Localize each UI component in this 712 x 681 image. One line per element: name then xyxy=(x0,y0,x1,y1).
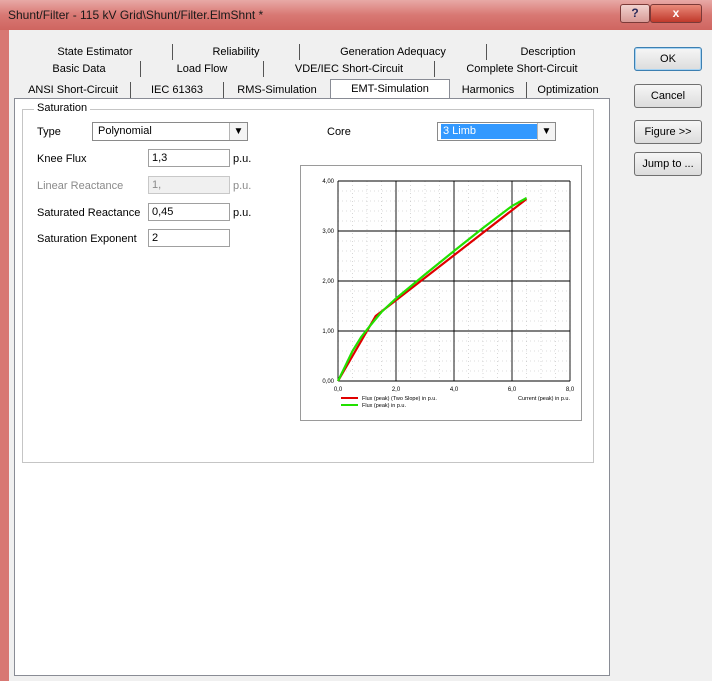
tab-ansi-short-circuit[interactable]: ANSI Short-Circuit xyxy=(16,82,131,98)
y-tick-label: 2,00 xyxy=(322,279,334,285)
linear-reactance-label: Linear Reactance xyxy=(37,180,124,192)
knee-flux-unit: p.u. xyxy=(233,153,252,165)
help-button[interactable]: ? xyxy=(620,4,650,23)
saturated-reactance-unit: p.u. xyxy=(233,207,252,219)
figure-button[interactable]: Figure >> xyxy=(634,120,702,144)
tab-row-2: Basic Data Load Flow VDE/IEC Short-Circu… xyxy=(18,61,610,77)
type-select-value: Polynomial xyxy=(98,125,152,137)
saturation-exponent-label: Saturation Exponent xyxy=(37,233,137,245)
y-tick-label: 0,00 xyxy=(322,379,334,385)
x-tick-label: 2,0 xyxy=(392,387,401,393)
tab-emt-simulation[interactable]: EMT-Simulation xyxy=(330,79,450,100)
title-bar: Shunt/Filter - 115 kV Grid\Shunt/Filter.… xyxy=(0,0,712,30)
core-select-value: 3 Limb xyxy=(441,124,537,139)
tab-rms-simulation[interactable]: RMS-Simulation xyxy=(225,82,329,98)
x-tick-label: 0,0 xyxy=(334,387,343,393)
knee-flux-label: Knee Flux xyxy=(37,153,87,165)
series-line-1 xyxy=(337,197,528,382)
type-select[interactable]: Polynomial ▼ xyxy=(92,122,248,141)
core-label: Core xyxy=(327,126,351,138)
tab-row-3: ANSI Short-Circuit IEC 61363 RMS-Simulat… xyxy=(14,79,610,100)
ok-button[interactable]: OK xyxy=(634,47,702,71)
saturation-chart: 0,00 1,00 2,00 3,00 4,00 0,0 2,0 4,0 6,0 8,0 Flux … xyxy=(300,165,582,421)
tab-description[interactable]: Description xyxy=(488,44,608,60)
linear-reactance-unit: p.u. xyxy=(233,180,252,192)
tab-vde-iec-short-circuit[interactable]: VDE/IEC Short-Circuit xyxy=(264,61,435,77)
saturation-group-title: Saturation xyxy=(34,102,91,114)
y-tick-label: 3,00 xyxy=(322,229,334,235)
close-button[interactable]: x xyxy=(650,4,702,23)
tab-state-estimator[interactable]: State Estimator xyxy=(18,44,173,60)
saturated-reactance-label: Saturated Reactance xyxy=(37,207,141,219)
tab-reliability[interactable]: Reliability xyxy=(173,44,300,60)
tab-harmonics[interactable]: Harmonics xyxy=(450,82,527,98)
cancel-button[interactable]: Cancel xyxy=(634,84,702,108)
legend-entry: Flux (peak) in p.u. xyxy=(362,403,406,409)
dialog-window: Shunt/Filter - 115 kV Grid\Shunt/Filter.… xyxy=(0,0,712,681)
core-select[interactable]: 3 Limb ▼ xyxy=(437,122,556,141)
x-tick-label: 6,0 xyxy=(508,387,517,393)
y-tick-label: 4,00 xyxy=(322,179,334,185)
y-tick-label: 1,00 xyxy=(322,329,334,335)
tab-complete-short-circuit[interactable]: Complete Short-Circuit xyxy=(436,61,608,77)
help-icon: ? xyxy=(631,6,639,20)
window-frame xyxy=(0,30,9,681)
window-title: Shunt/Filter - 115 kV Grid\Shunt/Filter.… xyxy=(8,8,264,22)
chevron-down-icon: ▼ xyxy=(537,123,555,140)
series-line-0 xyxy=(337,198,528,382)
tab-iec-61363[interactable]: IEC 61363 xyxy=(131,82,224,98)
x-tick-label: 8,0 xyxy=(566,387,575,393)
knee-flux-field[interactable]: 1,3 xyxy=(148,149,230,167)
legend-entry: Flux (peak) (Two Slope) in p.u. xyxy=(362,396,437,402)
jump-to-button[interactable]: Jump to ... xyxy=(634,152,702,176)
tab-generation-adequacy[interactable]: Generation Adequacy xyxy=(300,44,487,60)
close-icon: x xyxy=(672,6,680,20)
saturated-reactance-field[interactable]: 0,45 xyxy=(148,203,230,221)
saturation-exponent-field[interactable]: 2 xyxy=(148,229,230,247)
saturation-chart-svg: 0,00 1,00 2,00 3,00 4,00 0,0 2,0 4,0 6,0 8,0 Flux … xyxy=(322,179,575,409)
type-label: Type xyxy=(37,126,61,138)
x-axis-label: Current (peak) in p.u. xyxy=(518,396,570,402)
chevron-down-icon: ▼ xyxy=(229,123,247,140)
x-tick-label: 4,0 xyxy=(450,387,459,393)
tab-row-1: State Estimator Reliability Generation A… xyxy=(18,44,610,60)
tab-optimization[interactable]: Optimization xyxy=(528,82,608,98)
tab-load-flow[interactable]: Load Flow xyxy=(141,61,264,77)
tab-basic-data[interactable]: Basic Data xyxy=(18,61,141,77)
linear-reactance-field: 1, xyxy=(148,176,230,194)
